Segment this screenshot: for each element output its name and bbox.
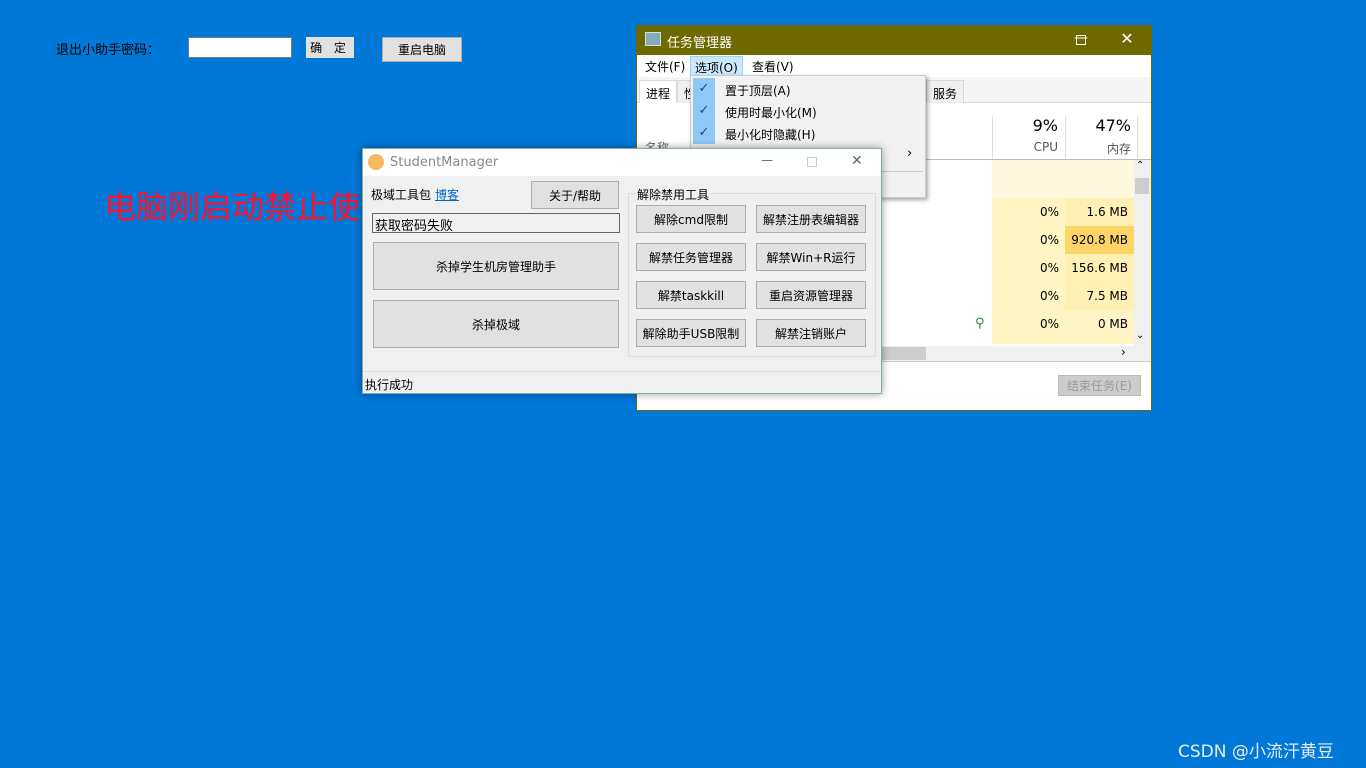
vertical-scrollbar[interactable]: ⌃ ⌄ xyxy=(1134,160,1151,346)
reboot-button[interactable]: 重启电脑 xyxy=(382,37,462,62)
tool-button[interactable]: 解除cmd限制 xyxy=(636,205,746,233)
cpu-cell: 0% xyxy=(992,254,1065,282)
close-button[interactable]: ✕ xyxy=(851,153,863,169)
end-task-button[interactable]: 结束任务(E) xyxy=(1058,375,1141,396)
cpu-label: CPU xyxy=(1033,140,1058,154)
toolkit-label: 极域工具包 xyxy=(371,188,432,202)
window-title: StudentManager xyxy=(390,155,499,170)
close-button[interactable]: ✕ xyxy=(1112,29,1142,48)
minimize-button[interactable]: — xyxy=(761,153,773,167)
check-icon: ✓ xyxy=(693,78,715,100)
tab-services[interactable]: 服务 xyxy=(926,80,965,103)
memory-cell: 1.6 MB xyxy=(1065,198,1134,226)
check-icon: ✓ xyxy=(693,122,715,144)
app-icon xyxy=(368,154,384,170)
memory-cell: 7.5 MB xyxy=(1065,282,1134,310)
about-help-button[interactable]: 关于/帮助 xyxy=(531,181,619,209)
tool-button[interactable]: 解禁任务管理器 xyxy=(636,243,746,271)
tool-button[interactable]: 解禁注销账户 xyxy=(756,319,866,347)
memory-cell: 156.6 MB xyxy=(1065,254,1134,282)
cpu-cell: 0% xyxy=(992,198,1065,226)
tool-button[interactable]: 重启资源管理器 xyxy=(756,281,866,309)
menu-item[interactable]: 最小化时隐藏(H) xyxy=(725,126,815,143)
cpu-percent: 9% xyxy=(1032,116,1058,135)
memory-label: 内存 xyxy=(1106,142,1131,156)
menu-item[interactable]: 使用时最小化(M) xyxy=(725,104,817,121)
memory-percent: 47% xyxy=(1095,116,1131,135)
group-title: 解除禁用工具 xyxy=(635,186,712,203)
password-label: 退出小助手密码： xyxy=(56,43,161,58)
tool-button[interactable]: 解禁taskkill xyxy=(636,281,746,309)
cpu-column-header[interactable]: 9% CPU xyxy=(992,116,1064,159)
check-icon: ✓ xyxy=(693,100,715,122)
cpu-cell: 0% xyxy=(992,226,1065,254)
student-manager-window: StudentManager — ✕ 极域工具包 博客 关于/帮助 获取密码失败… xyxy=(362,148,882,394)
maximize-button[interactable] xyxy=(1076,35,1086,45)
tool-button[interactable]: 解禁注册表编辑器 xyxy=(756,205,866,233)
menu-file[interactable]: 文件(F) xyxy=(641,58,689,75)
cpu-cell: 0% xyxy=(992,282,1065,310)
password-result-field[interactable]: 获取密码失败 xyxy=(372,213,620,234)
memory-column-header[interactable]: 47% 内存 xyxy=(1065,116,1138,159)
banner-text: 电脑刚启动禁止使 xyxy=(104,188,361,226)
task-manager-icon xyxy=(645,32,661,46)
status-text: 执行成功 xyxy=(365,378,414,392)
tool-button[interactable]: 解除助手USB限制 xyxy=(636,319,746,347)
confirm-button[interactable]: 确 定 xyxy=(306,37,354,58)
memory-cell: 0 MB xyxy=(1065,310,1134,338)
kill-helper-button[interactable]: 杀掉学生机房管理助手 xyxy=(373,242,619,290)
menu-bar: 文件(F) 选项(O) 查看(V) xyxy=(637,55,1151,79)
password-input[interactable] xyxy=(188,37,292,58)
memory-cell: 920.8 MB xyxy=(1065,226,1134,254)
watermark: CSDN @小流汗黄豆 xyxy=(1178,742,1334,762)
menu-view[interactable]: 查看(V) xyxy=(748,58,798,75)
chevron-right-icon[interactable]: › xyxy=(907,146,912,161)
cpu-cell: 0% xyxy=(992,310,1065,338)
title-bar: StudentManager — ✕ xyxy=(363,149,881,176)
tool-button[interactable]: 解禁Win+R运行 xyxy=(756,243,866,271)
maximize-button xyxy=(807,157,817,167)
blog-link[interactable]: 博客 xyxy=(435,186,459,203)
title-bar: 任务管理器 — ✕ xyxy=(637,26,1151,55)
kill-jiyu-button[interactable]: 杀掉极域 xyxy=(373,300,619,348)
tab-processes[interactable]: 进程 xyxy=(639,80,678,103)
menu-item[interactable]: 置于顶层(A) xyxy=(725,82,791,99)
window-title: 任务管理器 xyxy=(667,36,733,51)
leaf-icon: ⚲ xyxy=(975,316,985,331)
